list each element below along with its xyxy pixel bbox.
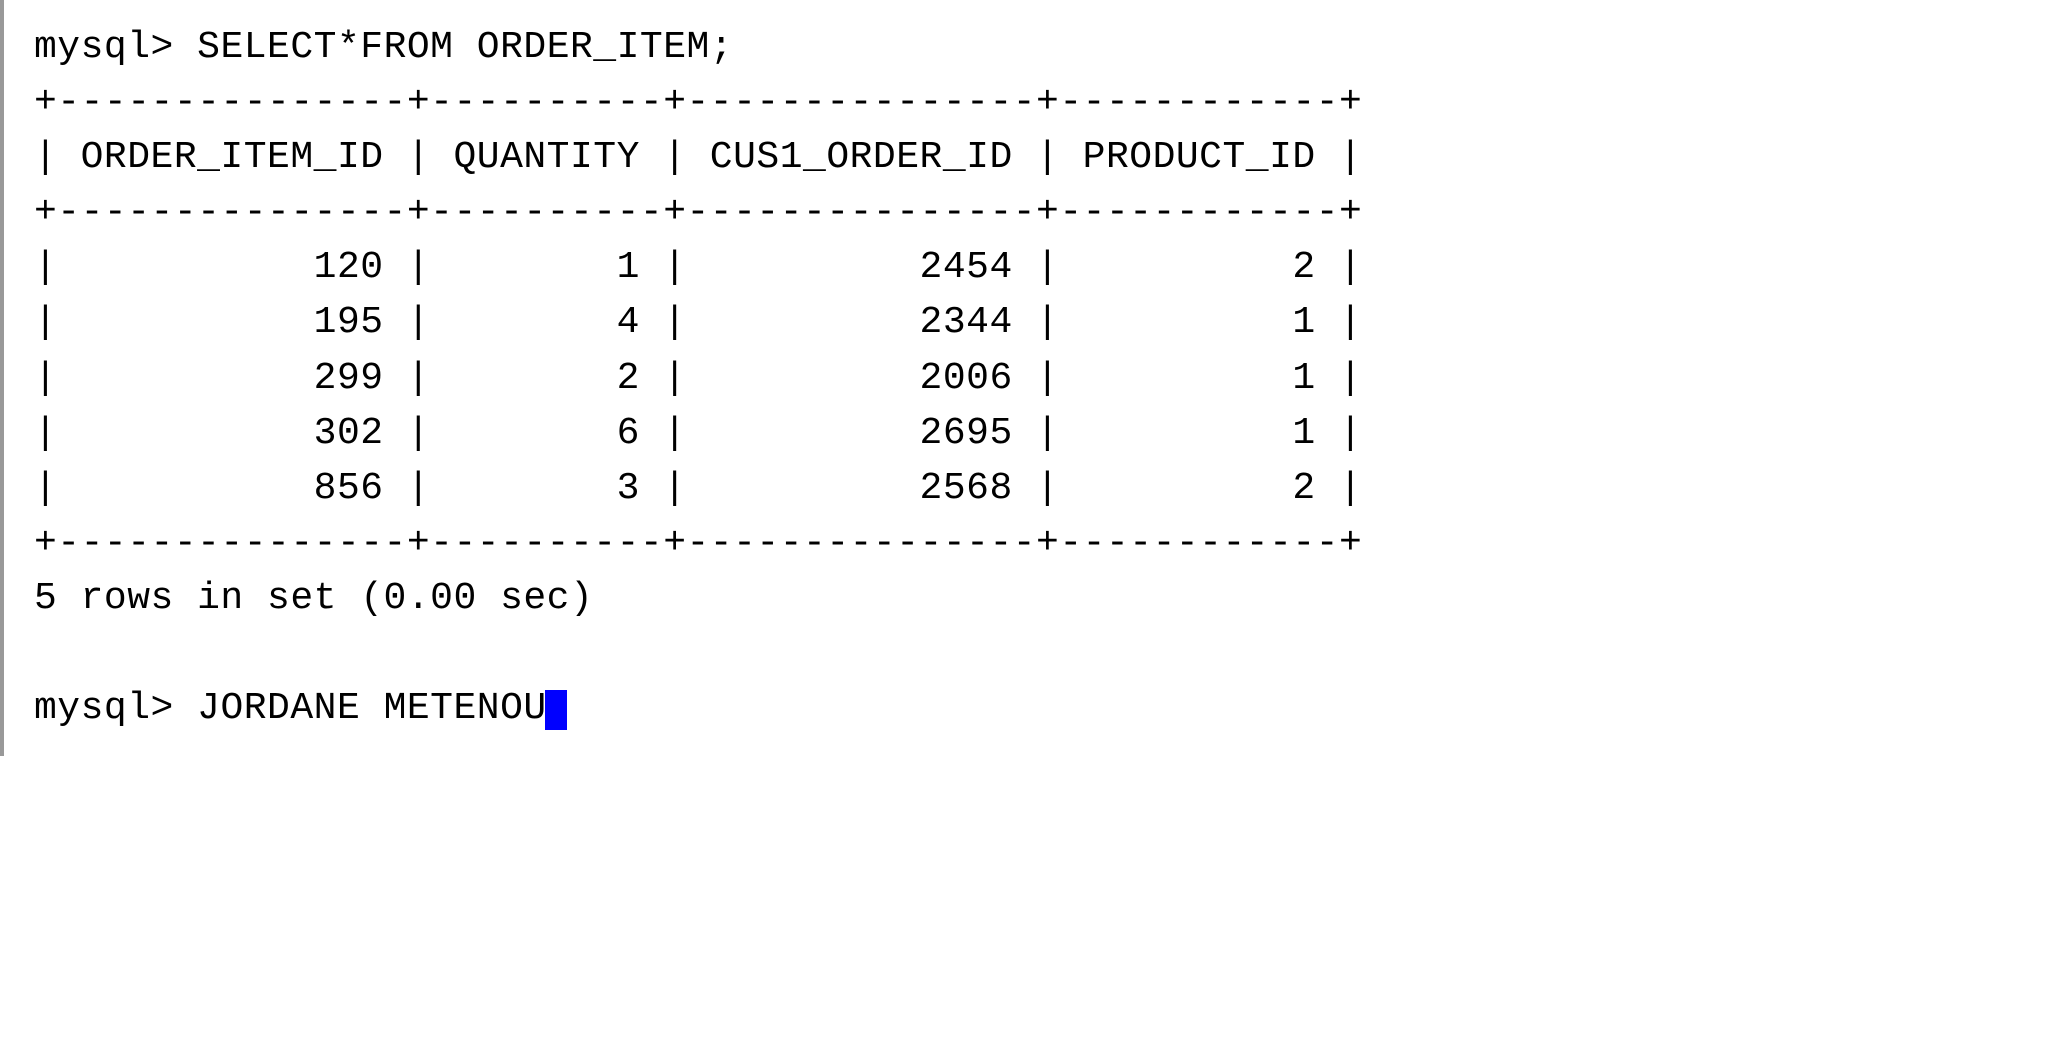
table-border-bot: +---------------+----------+------------… — [34, 522, 1362, 565]
sql-query: SELECT*FROM ORDER_ITEM; — [197, 26, 733, 69]
table-border-top: +---------------+----------+------------… — [34, 81, 1362, 124]
table-row: | 195 | 4 | 2344 | 1 | — [34, 301, 1362, 344]
table-row: | 302 | 6 | 2695 | 1 | — [34, 412, 1362, 455]
cursor-icon — [545, 690, 567, 730]
table-row: | 120 | 1 | 2454 | 2 | — [34, 246, 1362, 289]
prompt: mysql> — [34, 26, 174, 69]
table-border-mid: +---------------+----------+------------… — [34, 191, 1362, 234]
table-row: | 299 | 2 | 2006 | 1 | — [34, 357, 1362, 400]
table-row: | 856 | 3 | 2568 | 2 | — [34, 467, 1362, 510]
status-line: 5 rows in set (0.00 sec) — [34, 577, 593, 620]
table-header: | ORDER_ITEM_ID | QUANTITY | CUS1_ORDER_… — [34, 136, 1362, 179]
mysql-terminal[interactable]: mysql> SELECT*FROM ORDER_ITEM; +--------… — [0, 0, 2046, 756]
command-input[interactable]: JORDANE METENOU — [197, 687, 547, 730]
prompt: mysql> — [34, 687, 174, 730]
